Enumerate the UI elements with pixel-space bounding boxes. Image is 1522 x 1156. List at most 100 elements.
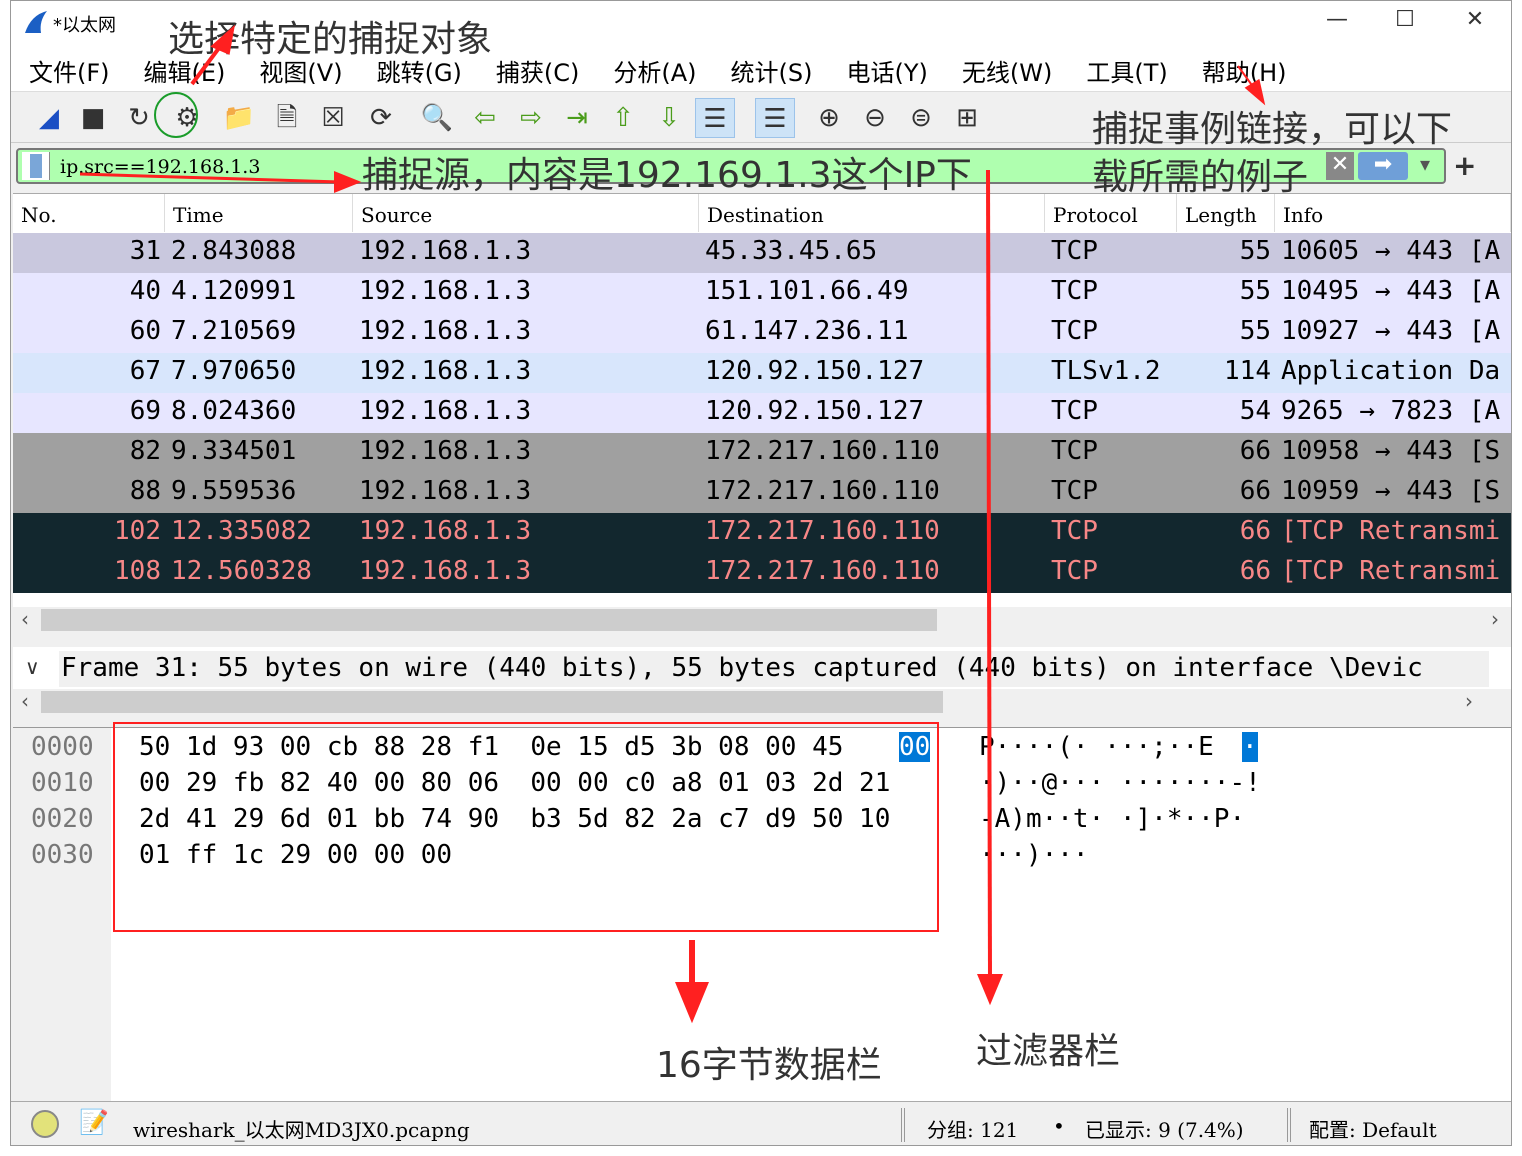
cell-dst: 61.147.236.11 [705, 316, 909, 346]
cell-len: 54 [1239, 396, 1271, 426]
zoom-normal-icon[interactable]: ⊜ [901, 98, 941, 138]
annotation-capture-links-2: 载所需的例子 [1092, 157, 1309, 198]
status-separator: • [1053, 1114, 1065, 1138]
go-forward-icon[interactable]: ⇨ [511, 98, 551, 138]
ascii-line[interactable]: ···)··· [979, 840, 1089, 870]
close-file-icon[interactable]: ☒ [313, 98, 353, 138]
hex-line[interactable]: 00 29 fb 82 40 00 80 06 00 00 c0 a8 01 0… [139, 768, 890, 798]
wireshark-logo-icon [25, 11, 47, 33]
minimize-button[interactable]: — [1307, 7, 1367, 37]
cell-src: 192.168.1.3 [359, 476, 532, 506]
first-packet-icon[interactable]: ⇧ [603, 98, 643, 138]
annotation-hex-pane: 16字节数据栏 [656, 1045, 882, 1086]
packet-row[interactable]: 82 9.334501 192.168.1.3 172.217.160.110 TCP 6… [13, 433, 1511, 473]
cell-time: 9.334501 [171, 436, 297, 466]
cell-time: 7.970650 [171, 356, 297, 386]
cell-src: 192.168.1.3 [359, 396, 532, 426]
ascii-line[interactable]: P····(· ···;··E [979, 732, 1214, 762]
restart-icon[interactable]: ↻ [119, 98, 159, 138]
open-file-icon[interactable]: 🗎 [267, 98, 307, 138]
add-filter-button[interactable]: + [1453, 149, 1476, 182]
cell-time: 8.024360 [171, 396, 297, 426]
cell-proto: TCP [1051, 236, 1098, 266]
offset: 0000 [31, 732, 94, 762]
expert-info-icon[interactable] [31, 1110, 59, 1138]
menu-item-6[interactable]: 统计(S) [713, 43, 813, 91]
close-button[interactable]: ✕ [1445, 7, 1505, 37]
menu-item-8[interactable]: 无线(W) [944, 43, 1052, 91]
maximize-button[interactable]: ☐ [1375, 7, 1435, 37]
cell-info: Application Da [1281, 356, 1501, 386]
scroll-left-icon[interactable]: ‹ [21, 689, 29, 713]
menu-item-10[interactable]: 帮助(H) [1184, 43, 1287, 91]
annotation-source: 捕捉源，内容是192.169.1.3这个IP下 [362, 155, 972, 196]
cell-proto: TCP [1051, 436, 1098, 466]
cell-time: 12.560328 [171, 556, 312, 586]
cell-len: 55 [1239, 236, 1271, 266]
go-to-packet-icon[interactable]: ⇥ [557, 98, 597, 138]
cell-no: 69 [129, 396, 161, 426]
scrollbar-thumb[interactable] [41, 691, 943, 713]
expander-chevron-icon[interactable]: ∨ [25, 655, 40, 679]
column-header-source[interactable]: Source [353, 194, 699, 232]
zoom-out-icon[interactable]: ⊖ [855, 98, 895, 138]
scroll-right-icon[interactable]: › [1491, 607, 1499, 631]
profile-selector[interactable]: 配置: Default [1309, 1114, 1437, 1143]
colorize-icon[interactable]: ☰ [755, 98, 795, 138]
packet-row[interactable]: 102 12.335082 192.168.1.3 172.217.160.110 TC… [13, 513, 1511, 553]
cell-time: 9.559536 [171, 476, 297, 506]
packet-row[interactable]: 69 8.024360 192.168.1.3 120.92.150.127 TCP 54… [13, 393, 1511, 433]
find-icon[interactable]: 🔍 [417, 98, 457, 138]
cell-time: 2.843088 [171, 236, 297, 266]
last-packet-icon[interactable]: ⇩ [649, 98, 689, 138]
column-header-time[interactable]: Time [165, 194, 353, 232]
apply-filter-button[interactable]: ➡ [1358, 152, 1408, 180]
menu-item-7[interactable]: 电话(Y) [829, 43, 928, 91]
column-header-no[interactable]: No. [13, 194, 165, 232]
capture-options-icon[interactable]: ⚙ [167, 98, 207, 138]
bookmark-button[interactable] [22, 152, 50, 180]
packet-row[interactable]: 108 12.560328 192.168.1.3 172.217.160.110 TC… [13, 553, 1511, 593]
menu-item-0[interactable]: 文件(F) [11, 43, 110, 91]
selected-hex-byte[interactable]: 00 [899, 732, 931, 762]
selected-ascii-byte[interactable]: · [1242, 732, 1258, 762]
filter-history-dropdown[interactable]: ▾ [1420, 152, 1430, 176]
details-hscrollbar[interactable]: ‹ › [13, 689, 1511, 715]
scroll-left-icon[interactable]: ‹ [21, 607, 29, 631]
cell-dst: 45.33.45.65 [705, 236, 878, 266]
cell-len: 66 [1239, 556, 1271, 586]
capture-comment-icon[interactable]: 📝 [79, 1108, 109, 1136]
ascii-line[interactable]: -A)m··t· ·]·*··P· [979, 804, 1245, 834]
hex-line[interactable]: 50 1d 93 00 cb 88 28 f1 0e 15 d5 3b 08 0… [139, 732, 859, 762]
frame-summary-item[interactable]: Frame 31: 55 bytes on wire (440 bits), 5… [59, 651, 1489, 687]
packet-row[interactable]: 88 9.559536 192.168.1.3 172.217.160.110 TCP 6… [13, 473, 1511, 513]
shark-fin-start-icon[interactable]: ◢ [29, 98, 69, 138]
hex-line[interactable]: 2d 41 29 6d 01 bb 74 90 b3 5d 82 2a c7 d… [139, 804, 890, 834]
menu-item-4[interactable]: 捕获(C) [478, 43, 579, 91]
menu-item-5[interactable]: 分析(A) [595, 43, 696, 91]
cell-info: 10495 → 443 [A [1281, 276, 1501, 306]
reload-icon[interactable]: ⟳ [361, 98, 401, 138]
autoscroll-icon[interactable]: ☰ [695, 98, 735, 138]
packet-row[interactable]: 40 4.120991 192.168.1.3 151.101.66.49 TCP 55 1… [13, 273, 1511, 313]
column-header-destination[interactable]: Destination [699, 194, 1045, 232]
menu-item-9[interactable]: 工具(T) [1068, 43, 1167, 91]
scrollbar-thumb[interactable] [41, 609, 937, 631]
packet-row[interactable]: 60 7.210569 192.168.1.3 61.147.236.11 TCP 55 1… [13, 313, 1511, 353]
zoom-in-icon[interactable]: ⊕ [809, 98, 849, 138]
hex-line[interactable]: 01 ff 1c 29 00 00 00 [139, 840, 452, 870]
displayed-count: 已显示: 9 (7.4%) [1085, 1118, 1244, 1142]
resize-columns-icon[interactable]: ⊞ [947, 98, 987, 138]
clear-filter-button[interactable]: ✕ [1326, 152, 1354, 180]
ascii-line[interactable]: ·)··@··· ·······-! [979, 768, 1261, 798]
stop-icon[interactable]: ■ [73, 98, 113, 138]
cell-time: 4.120991 [171, 276, 297, 306]
packet-count: 分组: 121 [927, 1118, 1019, 1142]
packet-list-hscrollbar[interactable]: ‹ › [13, 607, 1511, 633]
packet-row[interactable]: 31 2.843088 192.168.1.3 45.33.45.65 TCP 55 106… [13, 233, 1511, 273]
open-folder-icon[interactable]: 📁 [219, 98, 259, 138]
scroll-right-icon[interactable]: › [1465, 689, 1473, 713]
column-header-info[interactable]: Info [1275, 194, 1511, 232]
packet-row[interactable]: 67 7.970650 192.168.1.3 120.92.150.127 TLSv1… [13, 353, 1511, 393]
go-back-icon[interactable]: ⇦ [465, 98, 505, 138]
